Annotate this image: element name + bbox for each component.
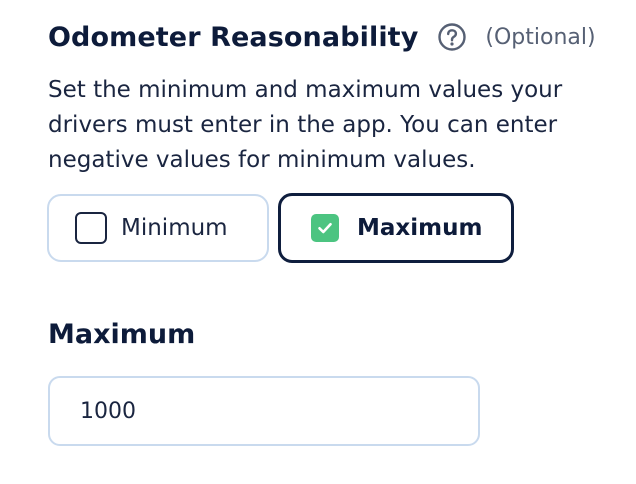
optional-label: (Optional) [485,24,596,50]
maximum-toggle-button[interactable]: Maximum [278,193,514,263]
section-header: Odometer Reasonability (Optional) [48,18,596,56]
question-circle-icon[interactable] [437,22,467,52]
question-circle-icon-graphic [438,23,467,51]
section-title: Odometer Reasonability [48,21,419,53]
maximum-checkbox[interactable] [311,214,339,242]
minimum-toggle-label: Minimum [121,215,228,241]
minimum-checkbox[interactable] [75,212,107,244]
maximum-value-input[interactable] [48,376,480,446]
maximum-toggle-label: Maximum [357,215,483,241]
maximum-field-label: Maximum [48,319,196,350]
checkmark-icon [318,222,332,234]
minimum-toggle-button[interactable]: Minimum [47,194,269,262]
section-description: Set the minimum and maximum values your … [48,77,563,173]
